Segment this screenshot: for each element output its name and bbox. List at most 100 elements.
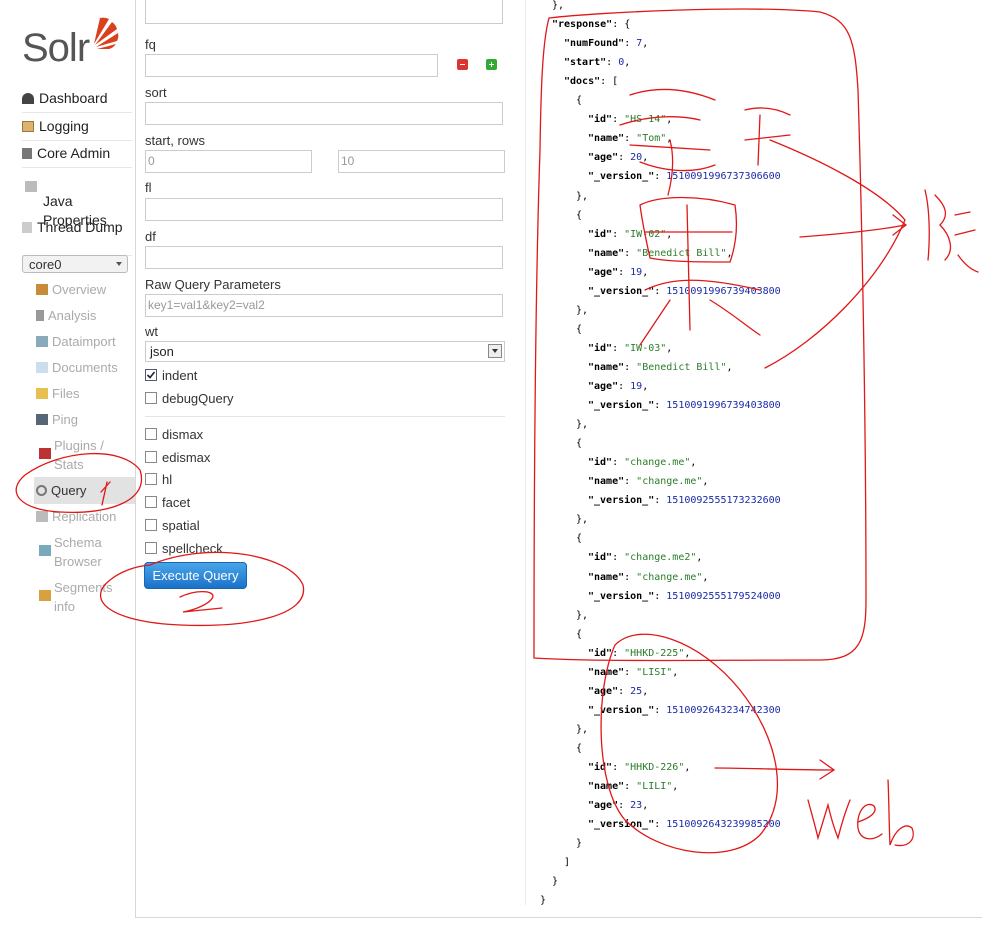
raw-params-label: Raw Query Parameters [145, 277, 281, 292]
facet-checkbox[interactable] [145, 496, 157, 508]
json-key: "name" [588, 361, 625, 373]
logo-text: Solr [22, 26, 90, 70]
json-line: "name": "LILI", [588, 781, 678, 792]
json-punct: , [696, 552, 703, 564]
nav-logging[interactable]: Logging [22, 114, 132, 141]
core-nav-segments-info[interactable]: Segments info [36, 578, 134, 616]
json-key: "name" [588, 781, 625, 793]
add-fq-button[interactable] [486, 59, 497, 70]
sort-input[interactable] [145, 102, 503, 125]
df-input[interactable] [145, 246, 503, 269]
core-nav-analysis[interactable]: Analysis [36, 306, 134, 325]
json-line: "id": "HHKD-225", [588, 648, 690, 659]
dashboard-icon [22, 93, 34, 104]
json-punct: , [684, 762, 691, 773]
start-rows-label: start, rows [145, 133, 205, 148]
json-line: { [576, 210, 582, 221]
json-punct: : [624, 361, 637, 373]
json-line: { [576, 629, 582, 640]
schema-icon [39, 545, 51, 556]
core-nav-ping[interactable]: Ping [36, 410, 134, 429]
json-key: "id" [588, 552, 613, 564]
json-string: "change.me" [624, 457, 691, 469]
json-line: "age": 19, [588, 267, 648, 278]
df-label: df [145, 229, 156, 244]
json-string: "IW-02" [624, 228, 667, 240]
json-line: { [576, 324, 582, 335]
json-punct: }, [576, 304, 589, 316]
json-key: "id" [588, 762, 613, 773]
json-punct: , [642, 381, 649, 392]
json-line: "name": "Benedict Bill", [588, 248, 733, 259]
json-punct: { [576, 95, 583, 107]
json-punct: : [654, 819, 667, 831]
core-nav-documents[interactable]: Documents [36, 358, 134, 377]
core-admin-icon [22, 148, 32, 159]
json-line: "id": "HS-14", [588, 114, 672, 125]
fl-input[interactable] [145, 198, 503, 221]
json-string: "HS-14" [624, 114, 667, 126]
json-line: "numFound": 7, [564, 38, 648, 49]
spellcheck-checkbox[interactable] [145, 542, 157, 554]
dismax-checkbox[interactable] [145, 428, 157, 440]
nav-core-admin[interactable]: Core Admin [22, 141, 132, 168]
rows-input[interactable]: 10 [338, 150, 505, 173]
remove-fq-button[interactable] [457, 59, 468, 70]
json-key: "response" [552, 19, 613, 31]
json-line: "id": "IW-02", [588, 229, 672, 240]
spatial-label: spatial [162, 518, 200, 533]
json-key: "_version_" [588, 171, 655, 183]
json-punct: } [540, 895, 547, 907]
indent-checkbox[interactable] [145, 369, 157, 381]
json-punct: { [576, 628, 583, 640]
json-key: "docs" [564, 76, 601, 88]
nav-java-properties[interactable]: Java Properties [22, 169, 132, 256]
json-number: 1510092643239985200 [666, 819, 781, 831]
nav-dashboard-label: Dashboard [39, 90, 108, 106]
execute-query-button[interactable]: Execute Query [144, 562, 247, 589]
core-nav-schema-browser[interactable]: Schema Browser [36, 533, 134, 571]
json-punct: , [624, 57, 631, 69]
q-textarea[interactable] [145, 0, 503, 24]
json-key: "age" [588, 381, 619, 392]
debugquery-checkbox[interactable] [145, 392, 157, 404]
json-key: "_version_" [588, 285, 655, 297]
json-line: "_version_": 1510091996739403800 [588, 400, 781, 411]
json-line: "id": "change.me", [588, 457, 696, 468]
hl-checkbox[interactable] [145, 473, 157, 485]
json-line: "age": 25, [588, 686, 648, 697]
core-nav-query-label: Query [51, 483, 87, 498]
json-punct: , [642, 685, 649, 697]
core-nav-ping-label: Ping [52, 412, 79, 427]
raw-params-input[interactable]: key1=val1&key2=val2 [145, 294, 503, 317]
core-nav-files[interactable]: Files [36, 384, 134, 403]
start-input[interactable]: 0 [145, 150, 312, 173]
json-line: "_version_": 1510091996739403800 [588, 286, 781, 297]
core-nav-plugins-stats[interactable]: Plugins / Stats [36, 436, 134, 474]
json-key: "id" [588, 114, 613, 126]
wt-select[interactable]: json [145, 341, 505, 362]
json-key: "name" [588, 476, 625, 488]
core-nav-dataimport[interactable]: Dataimport [36, 332, 134, 351]
json-number: 1510092643234742300 [666, 704, 781, 716]
edismax-checkbox[interactable] [145, 451, 157, 463]
nav-thread-dump[interactable]: Thread Dump [22, 215, 132, 241]
nav-core-admin-label: Core Admin [37, 145, 111, 161]
json-number: 19 [630, 266, 643, 278]
core-selector[interactable]: core0 [22, 255, 128, 273]
json-line: "name": "change.me", [588, 476, 708, 487]
core-nav-query[interactable]: Query [36, 481, 134, 500]
json-punct: : [654, 285, 667, 297]
json-line: "age": 19, [588, 381, 648, 392]
core-nav-replication[interactable]: Replication [36, 507, 134, 526]
core-nav-overview[interactable]: Overview [36, 280, 134, 299]
nav-dashboard[interactable]: Dashboard [22, 86, 132, 113]
json-key: "name" [588, 666, 625, 678]
json-line: "id": "HHKD-226", [588, 762, 690, 773]
spatial-checkbox[interactable] [145, 519, 157, 531]
json-number: 1510091996739403800 [666, 285, 781, 297]
json-punct: , [672, 666, 679, 678]
fq-input[interactable] [145, 54, 438, 77]
java-icon [25, 181, 37, 192]
json-punct: , [690, 457, 697, 469]
